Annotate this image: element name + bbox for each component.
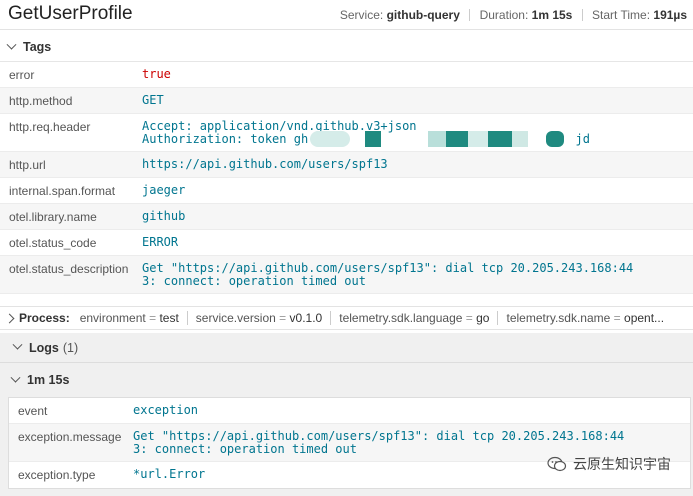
logs-toggle[interactable]: Logs (1) xyxy=(0,333,693,363)
tag-value: https://api.github.com/users/spf13 xyxy=(142,157,388,171)
chevron-down-icon xyxy=(6,39,17,50)
process-item: service.version = v0.1.0 xyxy=(188,311,332,325)
tag-value: GET xyxy=(142,93,164,107)
divider xyxy=(581,9,583,21)
tags-table: error true http.method GET http.req.head… xyxy=(0,61,693,294)
logs-label: Logs xyxy=(29,340,59,355)
span-header: GetUserProfile Service: github-query Dur… xyxy=(0,0,693,30)
tags-toggle[interactable]: Tags xyxy=(0,36,693,58)
watermark: 云原生知识宇宙 xyxy=(547,454,671,474)
start-time-label: Start Time: xyxy=(592,8,651,22)
chevron-right-icon xyxy=(4,313,15,323)
table-row: error true xyxy=(0,62,693,88)
divider xyxy=(469,9,471,21)
duration-label: Duration: xyxy=(479,8,529,22)
table-row: otel.status_code ERROR xyxy=(0,230,693,256)
tag-key: http.req.header xyxy=(9,120,91,134)
tag-key: otel.library.name xyxy=(9,210,97,224)
tag-key: internal.span.format xyxy=(9,184,116,198)
tag-key: otel.status_code xyxy=(9,236,97,250)
tag-value: Get "https://api.github.com/users/spf13"… xyxy=(142,261,634,288)
table-row: otel.status_description Get "https://api… xyxy=(0,256,693,294)
tag-key: error xyxy=(9,68,35,82)
start-time-value: 191µs xyxy=(653,8,687,22)
logs-count: (1) xyxy=(62,340,79,355)
process-item: environment = test xyxy=(72,311,188,325)
service-label: Service: xyxy=(339,8,384,22)
service-value: github-query xyxy=(386,8,460,22)
log-entry-time: 1m 15s xyxy=(27,373,70,387)
chevron-down-icon xyxy=(12,339,23,350)
log-value: exception xyxy=(133,403,199,417)
process-label: Process: xyxy=(19,311,70,325)
tag-value: jaeger xyxy=(142,183,186,197)
log-key: exception.message xyxy=(18,430,122,444)
chevron-down-icon xyxy=(10,372,21,383)
tag-key: otel.status_description xyxy=(9,262,129,276)
process-item: telemetry.sdk.name = opent... xyxy=(506,311,665,325)
tag-value: true xyxy=(142,67,171,81)
tag-key: http.method xyxy=(9,94,73,108)
redaction-mask xyxy=(310,131,564,147)
table-row: http.method GET xyxy=(0,88,693,114)
tag-value: ERROR xyxy=(142,235,179,249)
tag-value: github xyxy=(142,209,186,223)
table-row: event exception xyxy=(9,398,690,424)
process-item: telemetry.sdk.language = go xyxy=(331,311,499,325)
table-row: http.url https://api.github.com/users/sp… xyxy=(0,152,693,178)
table-row: internal.span.format jaeger xyxy=(0,178,693,204)
log-fields-table: event exception exception.message Get "h… xyxy=(8,397,691,489)
duration-value: 1m 15s xyxy=(531,8,573,22)
watermark-text: 云原生知识宇宙 xyxy=(573,456,671,472)
process-toggle[interactable]: Process: environment = test service.vers… xyxy=(0,306,693,330)
log-entry-toggle[interactable]: 1m 15s xyxy=(8,372,70,387)
tags-label: Tags xyxy=(23,40,52,54)
log-value: *url.Error xyxy=(133,467,206,481)
chat-bubble-icon xyxy=(547,456,567,472)
span-meta: Service: github-query Duration: 1m 15s S… xyxy=(340,8,687,22)
log-key: event xyxy=(18,404,48,418)
span-title: GetUserProfile xyxy=(8,3,133,24)
tag-key: http.url xyxy=(9,158,46,172)
log-value: Get "https://api.github.com/users/spf13"… xyxy=(133,429,625,456)
log-key: exception.type xyxy=(18,468,96,482)
table-row: otel.library.name github xyxy=(0,204,693,230)
